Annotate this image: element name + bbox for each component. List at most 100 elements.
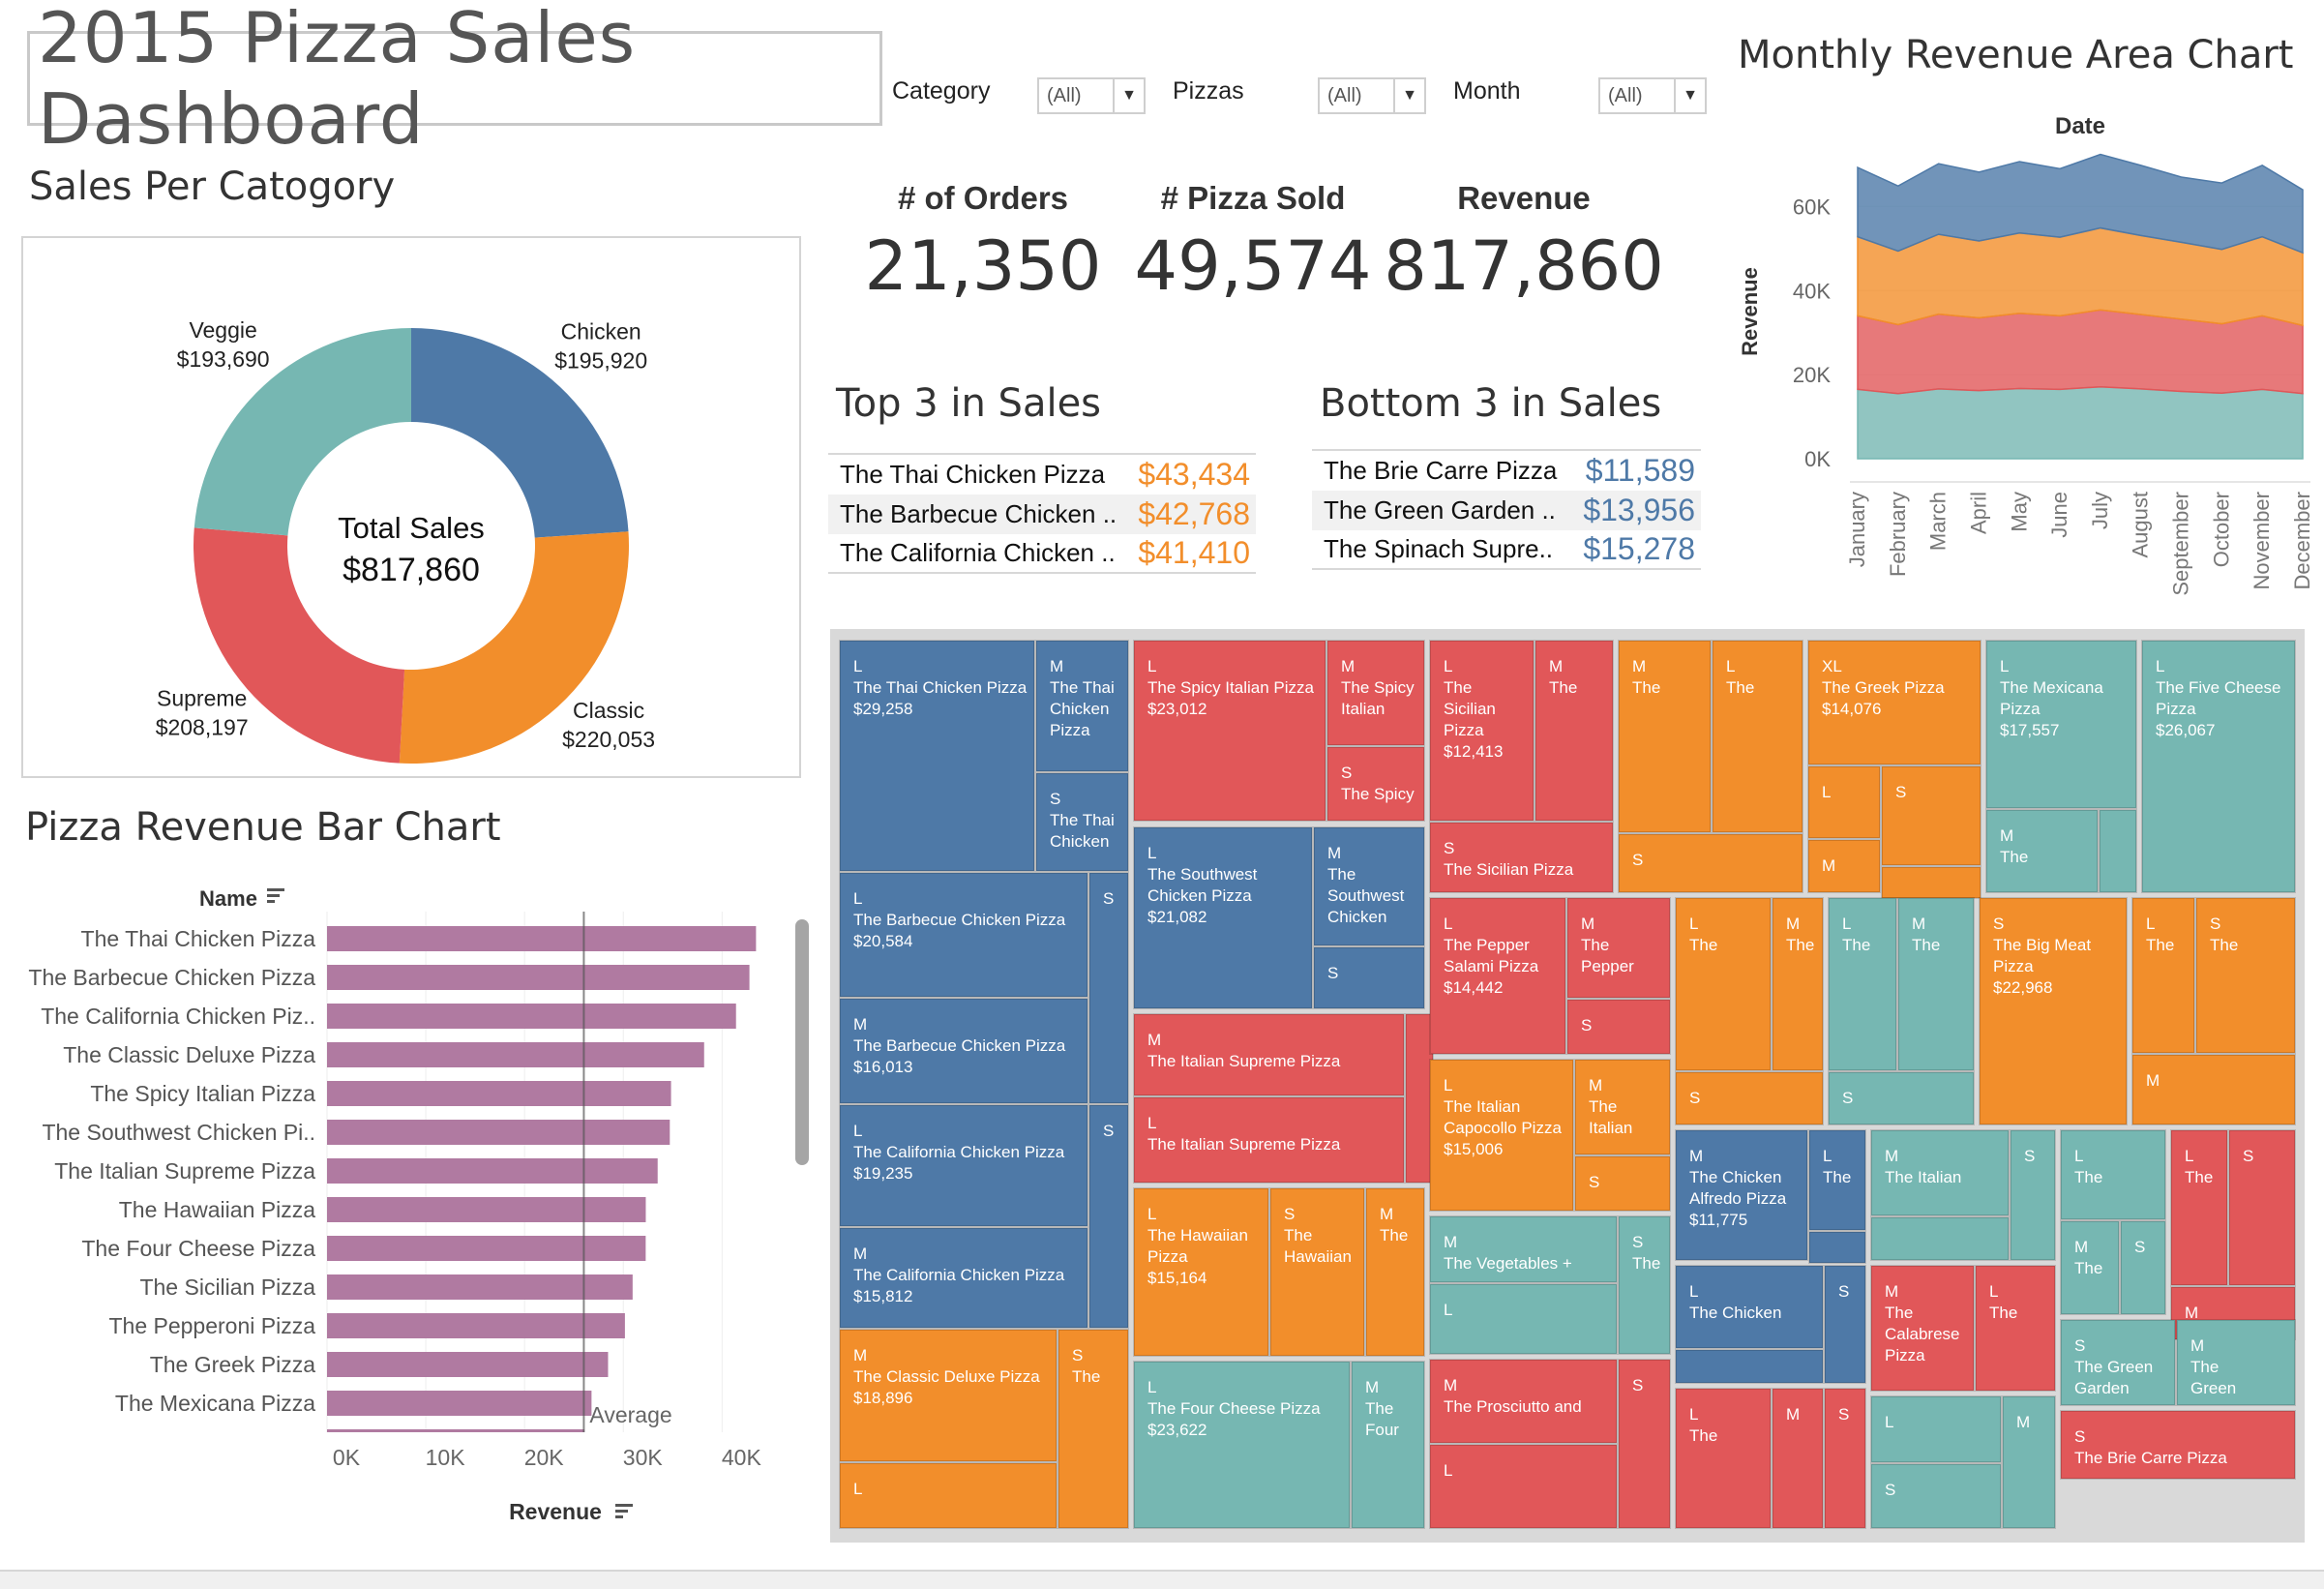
treemap-cell[interactable]: S The Green Garden	[2060, 1319, 2176, 1406]
treemap-cell[interactable]: S	[1828, 1071, 1975, 1125]
bar[interactable]	[327, 1158, 658, 1184]
treemap-cell[interactable]	[1881, 866, 1981, 899]
treemap-cell[interactable]: M The California Chicken Pizza $15,812	[839, 1227, 1088, 1329]
treemap-cell[interactable]: L The Thai Chicken Pizza $29,258	[839, 640, 1035, 872]
treemap-cell[interactable]: L The Barbecue Chicken Pizza $20,584	[839, 872, 1088, 998]
treemap-cell[interactable]: M The Thai Chicken Pizza	[1035, 640, 1129, 772]
treemap-cell[interactable]: M The	[1534, 640, 1614, 822]
bottom3-row[interactable]: The Green Garden .. $13,956	[1312, 491, 1701, 530]
treemap-cell[interactable]: S The	[1618, 1215, 1671, 1355]
treemap-cell[interactable]	[1405, 1013, 1434, 1184]
sort-icon[interactable]	[267, 888, 284, 903]
treemap-cell[interactable]: S	[1618, 833, 1803, 893]
treemap-cell[interactable]	[2099, 809, 2137, 893]
chevron-down-icon[interactable]: ▼	[1674, 79, 1705, 112]
bar[interactable]	[327, 926, 757, 951]
treemap-cell[interactable]: S	[1088, 872, 1129, 1104]
treemap-cell[interactable]: S The	[1058, 1329, 1129, 1529]
treemap-cell[interactable]: M The Italian	[1870, 1129, 2010, 1216]
treemap-cell[interactable]: M The Calabrese Pizza	[1870, 1265, 1975, 1392]
treemap-cell[interactable]: M The	[1618, 640, 1712, 833]
treemap-cell[interactable]: L	[1429, 1283, 1618, 1355]
treemap-cell[interactable]: L The	[2131, 897, 2195, 1054]
treemap-cell[interactable]: S The	[2195, 897, 2296, 1054]
bar[interactable]	[327, 1081, 671, 1106]
treemap-cell[interactable]: S	[1824, 1265, 1866, 1384]
treemap-cell[interactable]: S The Spicy	[1326, 746, 1425, 822]
treemap-cell[interactable]: M The Four	[1351, 1361, 1425, 1529]
treemap-cell[interactable]: XL The Greek Pizza $14,076	[1807, 640, 1981, 765]
treemap-cell[interactable]	[1675, 1349, 1824, 1384]
treemap-cell[interactable]: M	[1807, 839, 1881, 893]
treemap-cell[interactable]: M	[2002, 1395, 2056, 1529]
treemap-cell[interactable]: S	[2010, 1129, 2056, 1261]
treemap-cell[interactable]: L The Hawaiian Pizza $15,164	[1133, 1187, 1269, 1357]
treemap-cell[interactable]: M The	[1897, 897, 1975, 1071]
treemap-cell[interactable]: M The Classic Deluxe Pizza $18,896	[839, 1329, 1058, 1462]
bar[interactable]	[327, 965, 750, 990]
treemap-cell[interactable]: L	[1870, 1395, 2002, 1463]
bar[interactable]	[327, 1197, 646, 1222]
chevron-down-icon[interactable]: ▼	[1393, 79, 1424, 112]
bottom3-row[interactable]: The Spinach Supre.. $15,278	[1312, 530, 1701, 570]
treemap-cell[interactable]: M The	[1772, 897, 1824, 1071]
treemap-cell[interactable]: L The Italian Capocollo Pizza $15,006	[1429, 1059, 1574, 1212]
treemap-cell[interactable]: M The Chicken Alfredo Pizza $11,775	[1675, 1129, 1808, 1261]
treemap-cell[interactable]: L The	[1828, 897, 1897, 1071]
treemap-cell[interactable]: M The Green	[2176, 1319, 2296, 1406]
treemap-cell[interactable]: S	[1881, 765, 1981, 866]
treemap-cell[interactable]: L The Sicilian Pizza $12,413	[1429, 640, 1534, 822]
bar[interactable]	[327, 1120, 670, 1145]
treemap-cell[interactable]: L The Four Cheese Pizza $23,622	[1133, 1361, 1351, 1529]
treemap-cell[interactable]: L The Pepper Salami Pizza $14,442	[1429, 897, 1566, 1055]
treemap-cell[interactable]	[1808, 1231, 1866, 1264]
treemap-cell[interactable]: S	[1675, 1071, 1824, 1125]
treemap-cell[interactable]: M The Italian Supreme Pizza	[1133, 1013, 1405, 1096]
treemap-cell[interactable]: M	[1772, 1388, 1824, 1529]
bottom3-row[interactable]: The Brie Carre Pizza $11,589	[1312, 451, 1701, 491]
treemap-cell[interactable]: M The Italian	[1574, 1059, 1671, 1155]
treemap-cell[interactable]: L The California Chicken Pizza $19,235	[839, 1104, 1088, 1227]
bar[interactable]	[327, 1004, 736, 1029]
bar[interactable]	[327, 1391, 592, 1416]
area-series-supreme[interactable]	[1857, 309, 2304, 395]
treemap-cell[interactable]: L The Italian Supreme Pizza	[1133, 1096, 1405, 1184]
treemap-cell[interactable]	[1870, 1216, 2010, 1261]
treemap-cell[interactable]: L The	[1712, 640, 1803, 833]
treemap-cell[interactable]: M The Prosciutto and	[1429, 1359, 1618, 1444]
treemap-cell[interactable]: M The	[1365, 1187, 1425, 1357]
bar[interactable]	[327, 1313, 625, 1338]
treemap-cell[interactable]: L The	[1675, 1388, 1772, 1529]
treemap-cell[interactable]: S	[1824, 1388, 1866, 1529]
treemap-cell[interactable]: S The Big Meat Pizza $22,968	[1979, 897, 2128, 1125]
treemap-cell[interactable]: L The	[2170, 1129, 2228, 1286]
bar[interactable]	[327, 1236, 646, 1261]
treemap-cell[interactable]: S	[1618, 1359, 1671, 1529]
treemap-cell[interactable]: S The Thai Chicken	[1035, 772, 1129, 872]
treemap-cell[interactable]: M The	[1985, 809, 2099, 893]
treemap-cell[interactable]: L	[1807, 765, 1881, 839]
treemap-cell[interactable]: S	[1574, 1155, 1671, 1212]
bar[interactable]	[327, 1352, 609, 1377]
top3-row[interactable]: The California Chicken .. $41,410	[828, 534, 1256, 574]
treemap-cell[interactable]: L	[839, 1462, 1058, 1529]
treemap-cell[interactable]: M The	[2060, 1220, 2120, 1315]
treemap-cell[interactable]: S	[1870, 1463, 2002, 1529]
bar[interactable]	[327, 1429, 585, 1432]
bar[interactable]	[327, 1042, 704, 1067]
treemap-cell[interactable]: L The	[1808, 1129, 1866, 1231]
treemap-cell[interactable]: S	[1313, 946, 1425, 1009]
filter-select-category[interactable]: (All) ▼	[1037, 77, 1146, 114]
treemap-cell[interactable]: L The Mexicana Pizza $17,557	[1985, 640, 2137, 809]
treemap-cell[interactable]: S The Hawaiian	[1269, 1187, 1365, 1357]
bar[interactable]	[327, 1274, 633, 1300]
treemap-cell[interactable]: L The	[2060, 1129, 2166, 1220]
treemap-cell[interactable]: M The Pepper	[1566, 897, 1671, 999]
treemap-cell[interactable]: L The Five Cheese Pizza $26,067	[2141, 640, 2296, 893]
area-series-veggie[interactable]	[1857, 385, 2304, 460]
treemap-cell[interactable]: S	[2120, 1220, 2166, 1315]
treemap-cell[interactable]: S	[1566, 999, 1671, 1055]
chevron-down-icon[interactable]: ▼	[1113, 79, 1144, 112]
treemap-cell[interactable]: M The Vegetables +	[1429, 1215, 1618, 1283]
treemap-cell[interactable]: L The Spicy Italian Pizza $23,012	[1133, 640, 1326, 822]
